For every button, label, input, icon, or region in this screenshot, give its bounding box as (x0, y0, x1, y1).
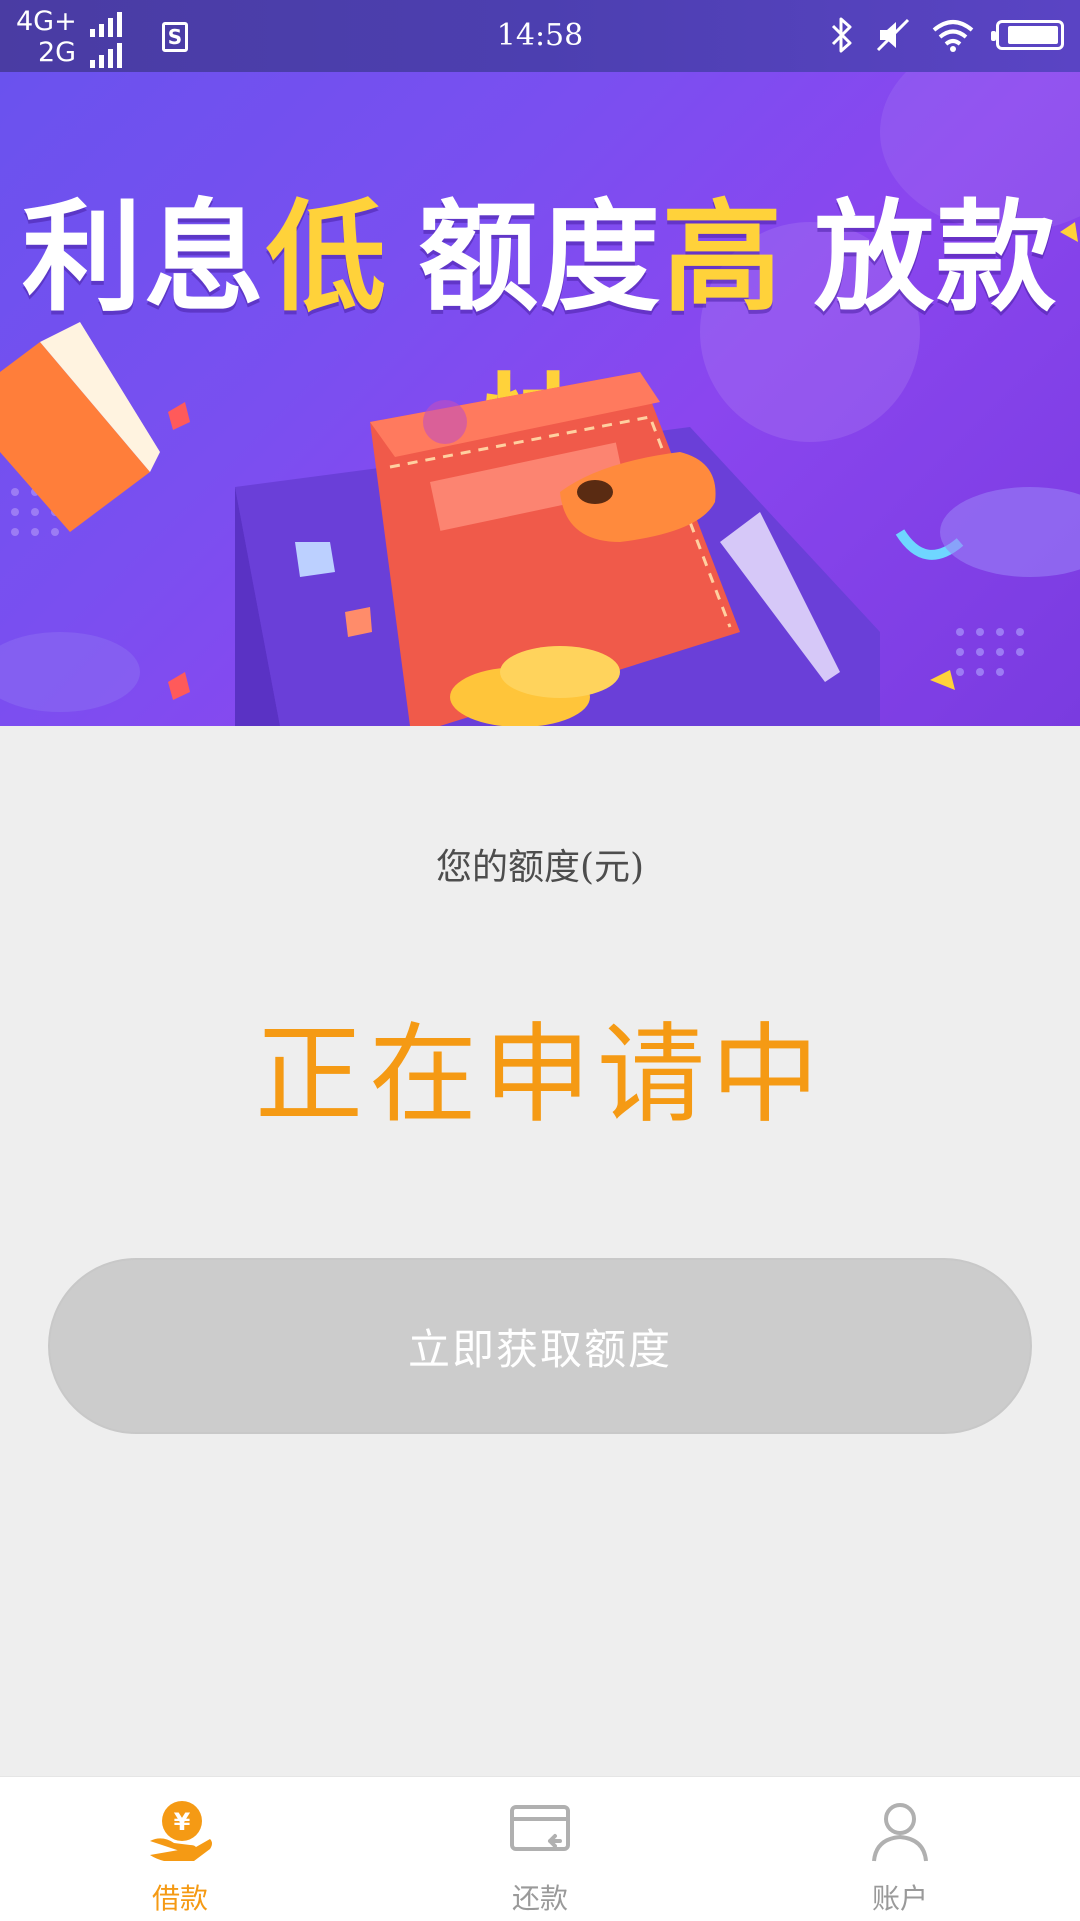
get-credit-button[interactable]: 立即获取额度 (48, 1258, 1032, 1434)
tab-account[interactable]: 账户 (720, 1777, 1080, 1921)
wallet-illustration (0, 222, 1080, 726)
bluetooth-icon (831, 17, 852, 53)
status-bar: 4G+ 2G S 14:58 (0, 0, 1080, 72)
battery-icon (991, 20, 1064, 50)
tab-label: 账户 (871, 1882, 928, 1915)
svg-text:¥: ¥ (174, 1808, 191, 1836)
account-person-icon (872, 1803, 928, 1862)
tab-label: 还款 (511, 1882, 568, 1915)
tab-loan[interactable]: ¥ 借款 (0, 1777, 360, 1921)
tab-label: 借款 (151, 1882, 208, 1915)
application-status: 正在申请中 (254, 1013, 825, 1138)
wifi-icon (932, 20, 974, 52)
credit-label: 您的额度(元) (435, 847, 645, 888)
repay-card-icon (510, 1805, 570, 1851)
silent-icon (876, 18, 910, 52)
bottom-tab-bar: ¥ 借款 还款 账户 (0, 1776, 1080, 1921)
tab-repay[interactable]: 还款 (360, 1777, 720, 1921)
promo-banner[interactable]: 利息低额度高放款快 (0, 72, 1080, 726)
loan-hand-coin-icon: ¥ (150, 1801, 212, 1861)
